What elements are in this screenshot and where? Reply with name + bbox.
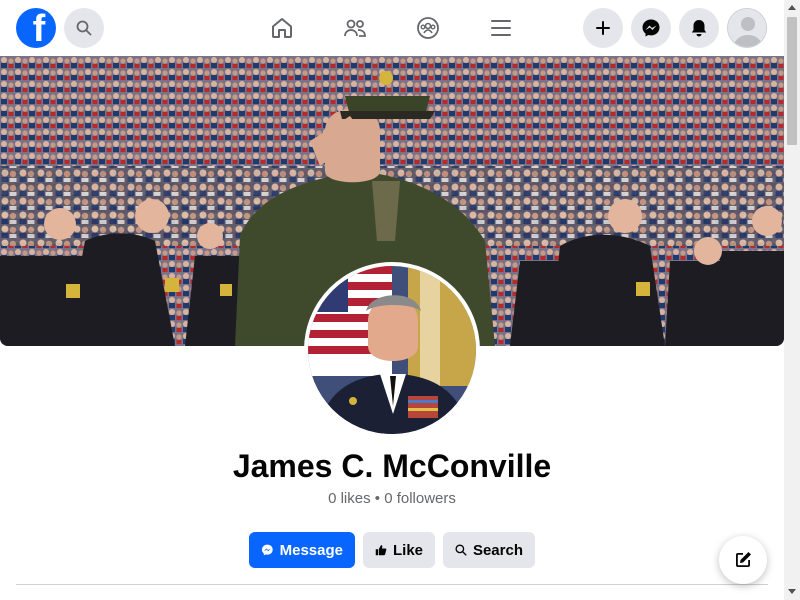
message-button[interactable]: Message <box>249 532 355 568</box>
messenger-icon <box>642 19 660 37</box>
profile-picture[interactable] <box>304 262 480 438</box>
thumbs-up-icon <box>375 545 387 556</box>
groups-icon <box>417 17 439 39</box>
messenger-button[interactable] <box>631 8 671 48</box>
nav-menu[interactable] <box>489 16 513 40</box>
friends-icon <box>344 19 366 37</box>
profile-photo-image <box>308 266 476 434</box>
search-profile-button[interactable]: Search <box>443 532 535 568</box>
nav-home[interactable] <box>270 16 294 40</box>
plus-icon <box>596 21 610 35</box>
like-button-label: Like <box>392 541 423 559</box>
like-button[interactable]: Like <box>363 532 435 568</box>
edit-icon <box>736 552 751 567</box>
top-navigation-bar: f <box>0 0 784 56</box>
profile-stats: 0 likes • 0 followers <box>328 490 456 507</box>
scroll-up-arrow[interactable] <box>788 5 796 10</box>
logo-letter: f <box>32 8 46 48</box>
nav-friends[interactable] <box>343 16 367 40</box>
nav-groups[interactable] <box>416 16 440 40</box>
facebook-logo[interactable]: f <box>16 8 56 48</box>
message-button-label: Message <box>279 541 343 559</box>
notifications-button[interactable] <box>679 8 719 48</box>
compose-message-button[interactable] <box>719 536 767 584</box>
search-icon <box>76 20 92 36</box>
search-icon <box>455 544 467 556</box>
create-button[interactable] <box>583 8 623 48</box>
scroll-thumb[interactable] <box>787 17 797 145</box>
search-button[interactable] <box>64 8 104 48</box>
scroll-down-arrow[interactable] <box>788 589 796 594</box>
page-scrollbar[interactable] <box>784 0 800 600</box>
section-divider <box>16 584 768 585</box>
home-icon <box>272 18 292 38</box>
profile-name: James C. McConville <box>232 448 552 484</box>
messenger-icon <box>261 544 273 556</box>
avatar-icon <box>728 9 766 47</box>
bell-icon <box>691 20 707 37</box>
menu-icon <box>491 20 511 36</box>
account-avatar[interactable] <box>727 8 767 48</box>
search-button-label: Search <box>472 541 523 559</box>
